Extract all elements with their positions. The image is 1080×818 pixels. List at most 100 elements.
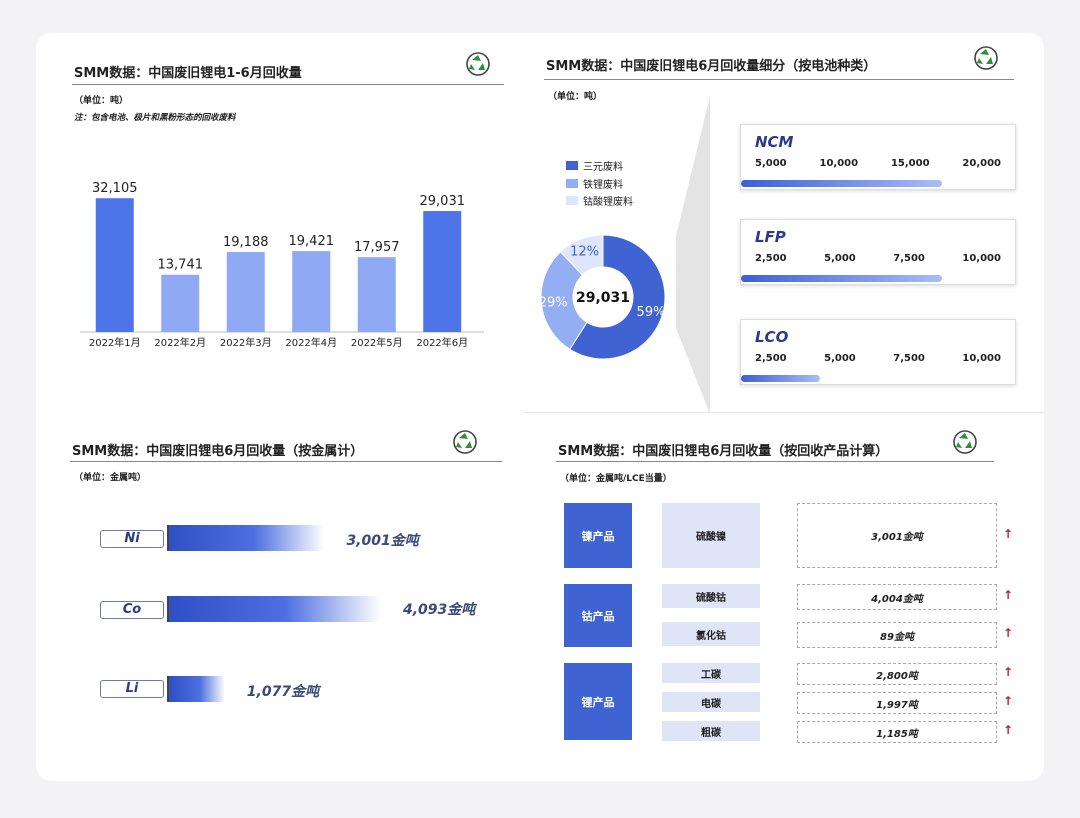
metal-bar-co [167,596,381,622]
recycle-icon [974,46,998,70]
legend-lco: 钴酸锂废料 [566,193,633,208]
x-tick-label: 2022年2月 [154,336,206,349]
product-value: 1,997吨 [797,692,997,714]
tick-label: 20,000 [962,158,1001,169]
metal-value-li: 1,077金吨 [246,684,320,700]
tick-label: 7,500 [893,253,925,264]
zoom-connector [676,96,710,414]
bar [357,257,396,332]
bar [226,252,265,332]
arrow-up-icon: ↑ [1003,694,1014,708]
tick-label: 5,000 [755,158,787,169]
bar-value-label: 32,105 [92,181,138,196]
legend-label: 钴酸锂废料 [583,197,633,208]
product-value: 2,800吨 [797,663,997,685]
bar [161,274,200,332]
bar-value-label: 19,188 [223,235,269,250]
type-box-ncm: NCM 5,000 10,000 15,000 20,000 [740,124,1016,190]
tick-label: 10,000 [819,158,859,169]
arrow-up-icon: ↑ [1003,723,1014,737]
panel1-unit: （单位：吨） [74,96,129,106]
product-item: 硫酸镍 [662,503,760,568]
product-item: 粗碳 [662,721,760,741]
bar-value-label: 29,031 [420,194,466,209]
panel4-title: SMM数据：中国废旧锂电6月回收量（按回收产品计算） [558,444,889,459]
connector-shape [676,96,710,414]
bar-value-label: 19,421 [289,234,335,249]
type-level-bar [741,275,943,282]
product-item: 氯化钴 [662,622,760,646]
panel4-rule [556,461,994,462]
metal-value-co: 4,093金吨 [403,602,476,618]
x-tick-label: 2022年3月 [220,336,272,349]
panel3-unit: （单位：金属吨） [74,473,147,483]
bar [292,251,331,332]
metal-bar-ni [167,525,325,551]
bar [423,211,462,332]
product-item: 硫酸钴 [662,584,760,608]
legend-ncm: 三元废料 [566,158,623,173]
product-value: 3,001金吨 [797,503,997,568]
panel1-title: SMM数据：中国废旧锂电1-6月回收量 [74,66,302,81]
recycle-icon [466,52,490,76]
type-level-bar [741,375,820,382]
tick-label: 2,500 [755,253,787,264]
type-name: NCM [755,133,794,151]
panel3-title: SMM数据：中国废旧锂电6月回收量（按金属计） [72,444,364,459]
legend-lfp: 铁锂废料 [566,176,623,191]
panel4-unit: （单位：金属吨/LCE当量） [560,474,672,484]
tick-label: 15,000 [890,158,930,169]
legend-swatch [566,179,578,188]
x-tick-label: 2022年4月 [285,336,337,349]
product-value: 4,004金吨 [797,584,997,610]
recycle-icon [453,430,477,454]
arrow-up-icon: ↑ [1003,527,1014,541]
x-tick-label: 2022年5月 [351,336,403,349]
x-tick-label: 2022年6月 [416,336,468,349]
metal-tag-co: Co [100,601,164,619]
metal-tag-ni: Ni [100,530,164,548]
type-name: LCO [755,328,789,346]
product-value: 89金吨 [797,622,997,648]
product-item: 电碳 [662,692,760,712]
tick-label: 10,000 [962,353,1001,364]
metal-tag-li: Li [100,680,164,698]
panel2-unit: （单位：吨） [548,92,603,102]
type-level-bar [741,180,943,187]
recycle-icon [953,430,977,454]
tick-label: 2,500 [755,353,787,364]
donut-slice-label: 12% [570,245,599,260]
type-ticks: 5,000 10,000 15,000 20,000 [755,158,1001,169]
type-ticks: 2,500 5,000 7,500 10,000 [755,353,1001,364]
legend-label: 铁锂废料 [583,180,623,191]
panel2-title: SMM数据：中国废旧锂电6月回收量细分（按电池种类） [546,59,877,74]
panel1-rule [72,84,504,85]
legend-swatch [566,161,578,170]
type-box-lco: LCO 2,500 5,000 7,500 10,000 [740,319,1016,385]
battery-type-donut: 59% 29% 12% 29,031 [539,234,666,360]
metal-value-ni: 3,001金吨 [346,533,419,549]
bar [95,198,134,332]
panel2-rule [544,79,1014,80]
panel1-note: 注：包含电池、极片和黑粉形态的回收废料 [74,113,236,123]
donut-slice-label: 59% [637,305,666,320]
tick-label: 5,000 [824,253,856,264]
bar-value-label: 17,957 [354,240,400,255]
type-ticks: 2,500 5,000 7,500 10,000 [755,253,1001,264]
donut-center-total: 29,031 [576,290,630,306]
product-group-cobalt: 钴产品 [564,584,632,647]
bar-value-label: 13,741 [158,258,204,273]
type-name: LFP [755,228,786,246]
type-box-lfp: LFP 2,500 5,000 7,500 10,000 [740,219,1016,285]
metal-bar-li [167,676,225,702]
section-divider [524,412,1044,413]
legend-swatch [566,196,578,205]
tick-label: 7,500 [893,353,925,364]
legend-label: 三元废料 [583,162,623,173]
product-item: 工碳 [662,663,760,683]
tick-label: 5,000 [824,353,856,364]
tick-label: 10,000 [962,253,1001,264]
product-value: 1,185吨 [797,721,997,743]
arrow-up-icon: ↑ [1003,588,1014,602]
product-group-lithium: 锂产品 [564,663,632,740]
